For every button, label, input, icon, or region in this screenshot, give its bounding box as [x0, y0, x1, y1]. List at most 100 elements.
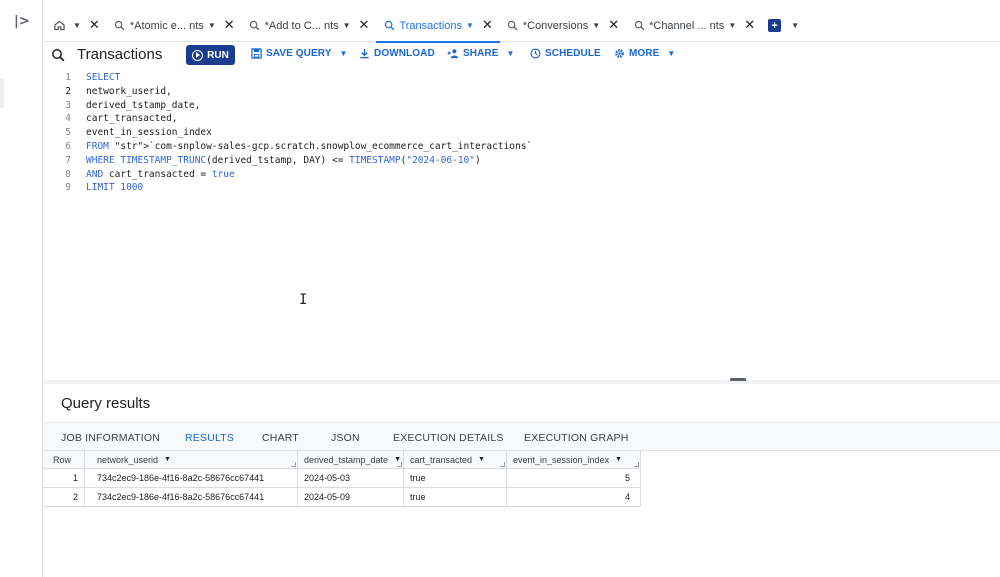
tab-job-information[interactable]: JOB INFORMATION [61, 423, 160, 452]
tab-chart[interactable]: CHART [262, 423, 299, 452]
run-label: RUN [207, 49, 229, 61]
add-icon[interactable]: + [768, 19, 782, 32]
code-line: AND cart_transacted = true [86, 168, 235, 180]
line-number: 7 [65, 154, 71, 166]
cell-event-in-session-index: 5 [507, 469, 641, 488]
tab-add-to-cart[interactable]: *Add to C... nts ▼ ✕ [242, 10, 377, 42]
schedule-button[interactable]: SCHEDULE [530, 48, 601, 59]
line-number: 4 [65, 113, 71, 125]
more-button[interactable]: MORE ▼ [614, 48, 675, 59]
query-icon [507, 20, 519, 32]
code-line: derived_tstamp_date, [86, 99, 201, 111]
sort-icon[interactable]: ▼ [478, 456, 485, 463]
save-query-button[interactable]: SAVE QUERY ▼ [251, 48, 348, 59]
chevron-down-icon[interactable]: ▼ [791, 21, 799, 30]
code-line: SELECT [86, 72, 121, 83]
code-line: LIMIT 1000 [86, 182, 144, 194]
drag-handle-icon[interactable] [730, 378, 746, 381]
column-header-label: event_in_session_index [513, 454, 610, 465]
code-line: WHERE TIMESTAMP_TRUNC(derived_tstamp, DA… [86, 154, 481, 166]
tab-execution-details[interactable]: EXECUTION DETAILS [393, 423, 504, 452]
resize-handle[interactable] [291, 462, 296, 467]
run-button[interactable]: RUN [186, 45, 235, 65]
sql-editor[interactable]: 1 2 3 4 5 6 7 8 9 SELECT network_userid,… [43, 68, 1000, 380]
tab-label: *Conversions [522, 19, 589, 32]
download-icon [360, 48, 369, 59]
line-number-gutter: 1 2 3 4 5 6 7 8 9 [43, 71, 75, 195]
schedule-label: SCHEDULE [545, 48, 601, 59]
resize-handle[interactable] [397, 462, 402, 467]
tab-results[interactable]: RESULTS [172, 423, 247, 453]
column-header-label: cart_transacted [410, 454, 473, 465]
close-icon[interactable]: ✕ [359, 18, 370, 33]
tab-channel-events[interactable]: *Channel ... nts ▼ ✕ [626, 10, 762, 42]
text-cursor-icon: I [299, 292, 308, 308]
query-icon [383, 20, 395, 32]
close-icon[interactable]: ✕ [89, 18, 100, 33]
tab-json[interactable]: JSON [331, 423, 360, 452]
sort-icon[interactable]: ▼ [164, 456, 171, 463]
chevron-down-icon[interactable]: ▼ [73, 21, 81, 30]
query-icon [114, 20, 126, 32]
code-line: network_userid, [86, 85, 172, 97]
resize-handle[interactable] [634, 462, 639, 467]
column-header-event-in-session-index[interactable]: event_in_session_index ▼ [507, 451, 641, 469]
close-icon[interactable]: ✕ [482, 18, 493, 33]
panel-splitter[interactable] [43, 380, 1000, 384]
code-line: FROM "str">`com-snplow-sales-gcp.scratch… [86, 140, 533, 152]
cell-cart-transacted: true [404, 469, 507, 488]
row-number: 2 [43, 488, 85, 507]
line-number: 6 [65, 140, 71, 152]
chevron-down-icon[interactable]: ▼ [466, 21, 474, 30]
table-row[interactable]: 2 734c2ec9-186e-4f16-8a2c-58676cc67441 2… [43, 488, 641, 507]
new-tab-button[interactable]: + ▼ [768, 19, 799, 32]
chevron-down-icon[interactable]: ▼ [592, 21, 600, 30]
results-tab-bar: JOB INFORMATION RESULTS CHART JSON EXECU… [43, 422, 1000, 453]
cell-network-userid: 734c2ec9-186e-4f16-8a2c-58676cc67441 [85, 488, 298, 507]
download-button[interactable]: DOWNLOAD [359, 48, 435, 59]
tab-label: *Add to C... nts [264, 19, 339, 32]
tab-home[interactable]: ▼ ✕ [43, 10, 107, 42]
tab-execution-graph[interactable]: EXECUTION GRAPH [524, 423, 629, 452]
sort-icon[interactable]: ▼ [615, 456, 622, 463]
share-button[interactable]: SHARE ▼ [447, 48, 515, 59]
table-row[interactable]: 1 734c2ec9-186e-4f16-8a2c-58676cc67441 2… [43, 469, 641, 488]
tab-label: *Atomic e... nts [129, 19, 204, 32]
clock-icon [530, 48, 541, 59]
tab-label: Transactions [399, 19, 463, 32]
cell-derived-tstamp-date: 2024-05-09 [298, 488, 404, 507]
resize-handle[interactable] [500, 462, 505, 467]
column-header-network-userid[interactable]: network_userid ▼ [85, 451, 298, 469]
home-icon [53, 20, 65, 32]
chevron-down-icon[interactable]: ▼ [339, 49, 347, 58]
column-header-label: Row [53, 454, 72, 465]
share-label: SHARE [463, 48, 499, 59]
tab-conversions[interactable]: *Conversions ▼ ✕ [500, 10, 626, 42]
chevron-down-icon[interactable]: ▼ [343, 21, 351, 30]
sql-code[interactable]: SELECT network_userid, derived_tstamp_da… [86, 71, 532, 195]
left-rail: |> [0, 0, 43, 577]
chevron-down-icon[interactable]: ▼ [208, 21, 216, 30]
query-title: Transactions [77, 46, 163, 63]
code-line: cart_transacted, [86, 113, 178, 125]
chevron-down-icon[interactable]: ▼ [667, 49, 675, 58]
cell-derived-tstamp-date: 2024-05-03 [298, 469, 404, 488]
tab-atomic-events[interactable]: *Atomic e... nts ▼ ✕ [107, 10, 242, 42]
download-label: DOWNLOAD [374, 48, 435, 59]
expand-panel-icon[interactable]: |> [14, 14, 32, 30]
table-header-row: Row network_userid ▼ derived_tstamp_date ▼… [43, 451, 641, 469]
save-query-label: SAVE QUERY [266, 48, 332, 59]
column-header-row: Row [43, 451, 85, 469]
share-icon [447, 49, 459, 59]
column-header-cart-transacted[interactable]: cart_transacted ▼ [404, 451, 507, 469]
more-label: MORE [629, 48, 660, 59]
column-header-derived-tstamp-date[interactable]: derived_tstamp_date ▼ [298, 451, 404, 469]
close-icon[interactable]: ✕ [744, 18, 755, 33]
close-icon[interactable]: ✕ [224, 18, 235, 33]
gear-icon [615, 49, 624, 58]
code-line: event_in_session_index [86, 127, 212, 139]
tab-transactions[interactable]: Transactions ▼ ✕ [376, 10, 501, 43]
chevron-down-icon[interactable]: ▼ [507, 49, 515, 58]
chevron-down-icon[interactable]: ▼ [728, 21, 736, 30]
close-icon[interactable]: ✕ [608, 18, 619, 33]
